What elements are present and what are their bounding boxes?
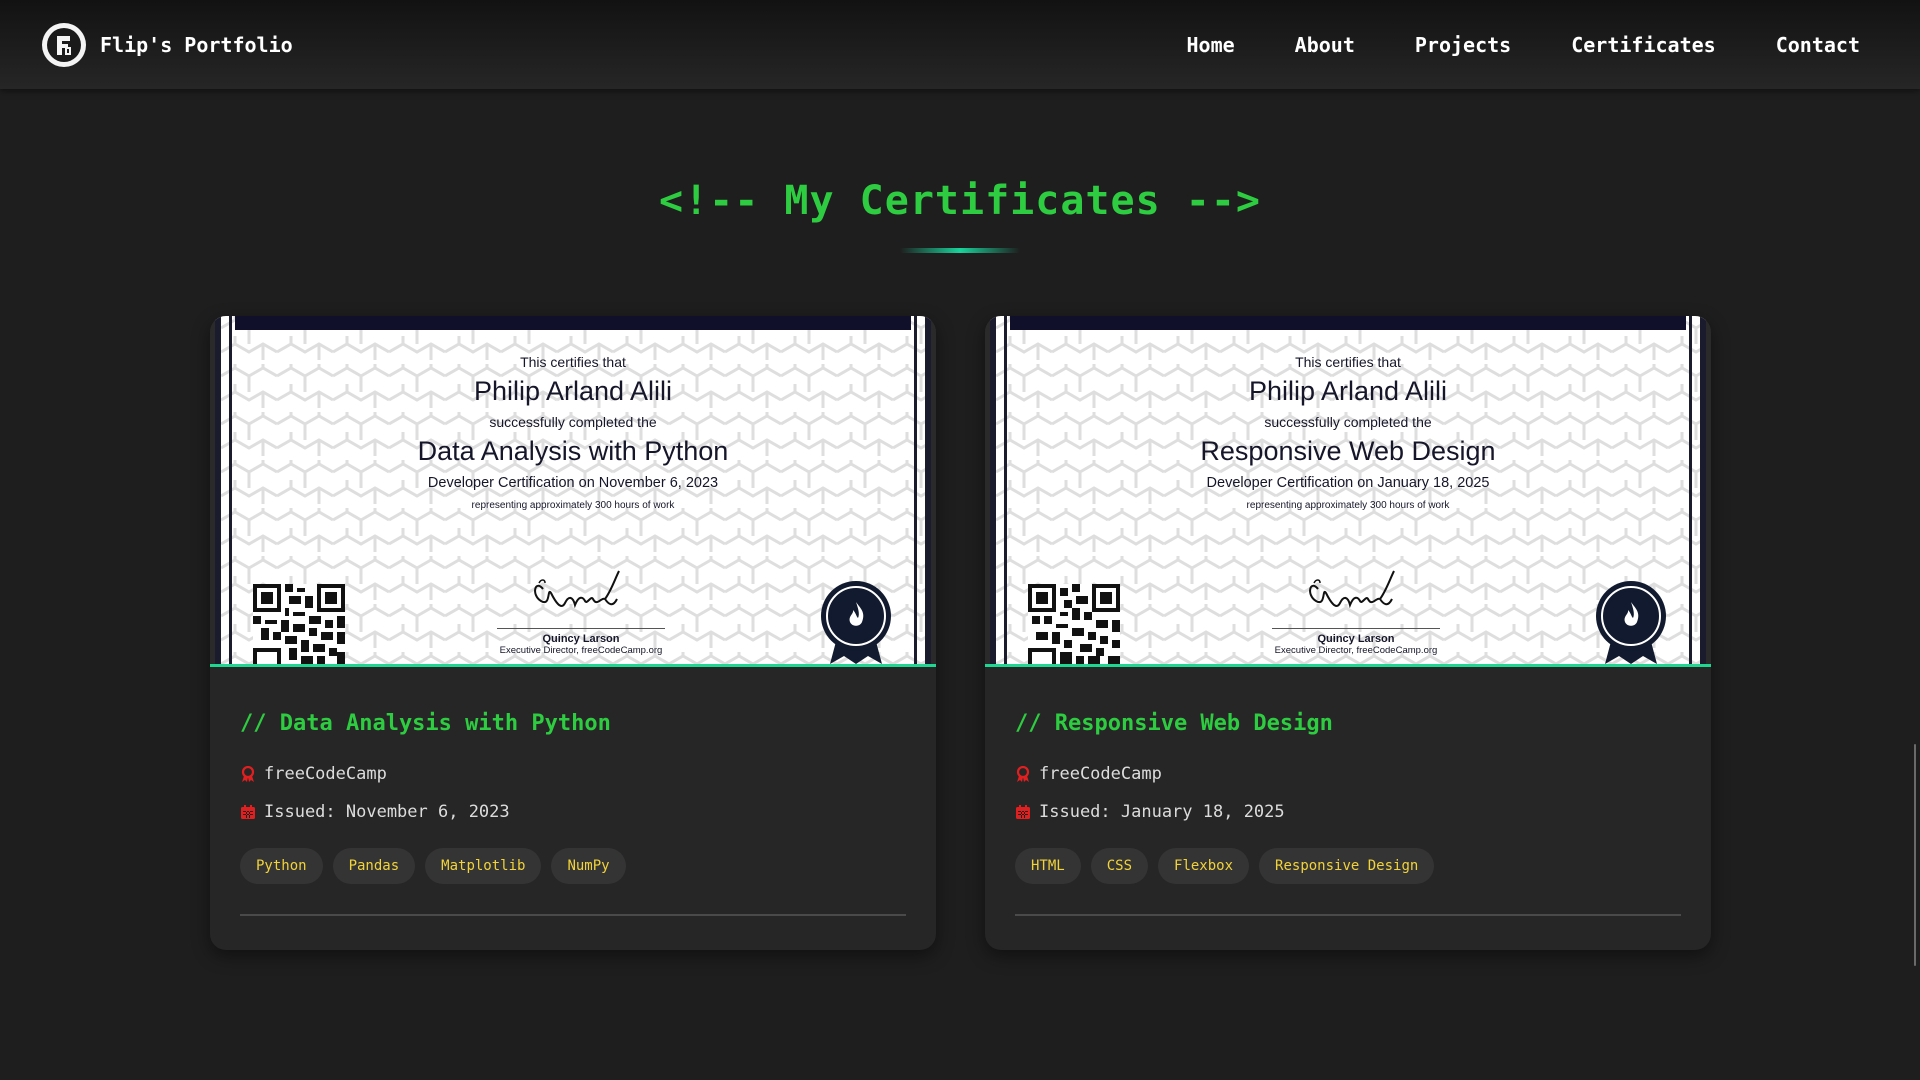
tag[interactable]: NumPy xyxy=(551,848,626,884)
logo-icon xyxy=(42,22,86,67)
card-body: // Data Analysis with Python freeCodeCam… xyxy=(210,667,936,916)
certificate-title: // Data Analysis with Python xyxy=(240,711,611,736)
tag[interactable]: Matplotlib xyxy=(425,848,542,884)
issued-date: Issued: November 6, 2023 xyxy=(264,802,510,822)
certificate-course: Data Analysis with Python xyxy=(417,436,729,466)
section-title: <!-- My Certificates --> xyxy=(659,178,1261,224)
tag-list: Python Pandas Matplotlib NumPy xyxy=(240,848,906,884)
certificate-hours: representing approximately 300 hours of … xyxy=(471,500,675,511)
certificate-hours: representing approximately 300 hours of … xyxy=(1246,500,1450,511)
card-body: // Responsive Web Design freeCodeCamp Is… xyxy=(985,667,1711,916)
qr-code-icon xyxy=(1028,584,1120,664)
certificate-signature: Quincy Larson Executive Director, freeCo… xyxy=(1266,567,1446,656)
freecodecamp-badge-icon xyxy=(821,581,891,664)
nav-certificates[interactable]: Certificates xyxy=(1571,33,1716,57)
tag[interactable]: Flexbox xyxy=(1158,848,1250,884)
tag[interactable]: HTML xyxy=(1015,848,1081,884)
brand[interactable]: Flip's Portfolio xyxy=(42,22,293,67)
main-nav: Home About Projects Certificates Contact xyxy=(1186,33,1878,57)
certificate-course: Responsive Web Design xyxy=(1200,436,1496,466)
signature-line xyxy=(1272,628,1440,629)
issued-row: Issued: January 18, 2025 xyxy=(1015,802,1681,822)
tag[interactable]: CSS xyxy=(1090,848,1149,884)
signature-icon xyxy=(1309,570,1395,609)
certificate-certifies: This certifies that xyxy=(1295,354,1401,370)
certificate-image[interactable]: This certifies that Philip Arland Alili … xyxy=(210,316,936,667)
signer-name: Quincy Larson xyxy=(1317,633,1395,645)
certificate-top-bar xyxy=(235,316,911,330)
card-divider xyxy=(240,914,906,916)
certificate-date: Developer Certification on January 18, 2… xyxy=(1206,475,1490,491)
issuer-name: freeCodeCamp xyxy=(264,764,387,784)
certificate-top-bar xyxy=(1010,316,1686,330)
tag[interactable]: Pandas xyxy=(332,848,416,884)
issuer-row: freeCodeCamp xyxy=(1015,764,1681,784)
certificate-paper: This certifies that Philip Arland Alili … xyxy=(215,316,931,664)
certificate-card[interactable]: This certifies that Philip Arland Alili … xyxy=(985,316,1711,950)
freecodecamp-badge-icon xyxy=(1596,581,1666,664)
issued-date: Issued: January 18, 2025 xyxy=(1039,802,1285,822)
tag[interactable]: Python xyxy=(240,848,323,884)
certificate-text: This certifies that Philip Arland Alili … xyxy=(221,354,925,511)
certificate-image[interactable]: This certifies that Philip Arland Alili … xyxy=(985,316,1711,667)
signature-icon xyxy=(534,570,620,609)
award-icon xyxy=(240,766,256,782)
nav-contact[interactable]: Contact xyxy=(1776,33,1860,57)
issuer-name: freeCodeCamp xyxy=(1039,764,1162,784)
brand-name: Flip's Portfolio xyxy=(100,32,293,57)
nav-home[interactable]: Home xyxy=(1186,33,1234,57)
certificate-completed: successfully completed the xyxy=(1264,414,1432,430)
certificate-recipient: Philip Arland Alili xyxy=(473,376,673,406)
certificate-card[interactable]: This certifies that Philip Arland Alili … xyxy=(210,316,936,950)
signer-role: Executive Director, freeCodeCamp.org xyxy=(499,645,663,656)
certificate-paper: This certifies that Philip Arland Alili … xyxy=(990,316,1706,664)
tag[interactable]: Responsive Design xyxy=(1259,848,1435,884)
certificate-text: This certifies that Philip Arland Alili … xyxy=(996,354,1700,511)
signer-role: Executive Director, freeCodeCamp.org xyxy=(1274,645,1438,656)
certificate-date: Developer Certification on November 6, 2… xyxy=(427,475,719,491)
certificate-certifies: This certifies that xyxy=(520,354,626,370)
award-icon xyxy=(1015,766,1031,782)
nav-projects[interactable]: Projects xyxy=(1415,33,1511,57)
tag-list: HTML CSS Flexbox Responsive Design xyxy=(1015,848,1681,884)
certificate-title: // Responsive Web Design xyxy=(1015,711,1333,736)
nav-about[interactable]: About xyxy=(1295,33,1355,57)
card-divider xyxy=(1015,914,1681,916)
signer-name: Quincy Larson xyxy=(542,633,620,645)
calendar-icon xyxy=(1015,804,1031,820)
signature-line xyxy=(497,628,665,629)
calendar-icon xyxy=(240,804,256,820)
qr-code-icon xyxy=(253,584,345,664)
certificate-completed: successfully completed the xyxy=(489,414,657,430)
title-underline xyxy=(900,248,1020,253)
certificate-recipient: Philip Arland Alili xyxy=(1248,376,1448,406)
page-scrollbar[interactable] xyxy=(1914,744,1916,966)
issuer-row: freeCodeCamp xyxy=(240,764,906,784)
site-header: Flip's Portfolio Home About Projects Cer… xyxy=(0,0,1920,89)
certificate-signature: Quincy Larson Executive Director, freeCo… xyxy=(491,567,671,656)
issued-row: Issued: November 6, 2023 xyxy=(240,802,906,822)
